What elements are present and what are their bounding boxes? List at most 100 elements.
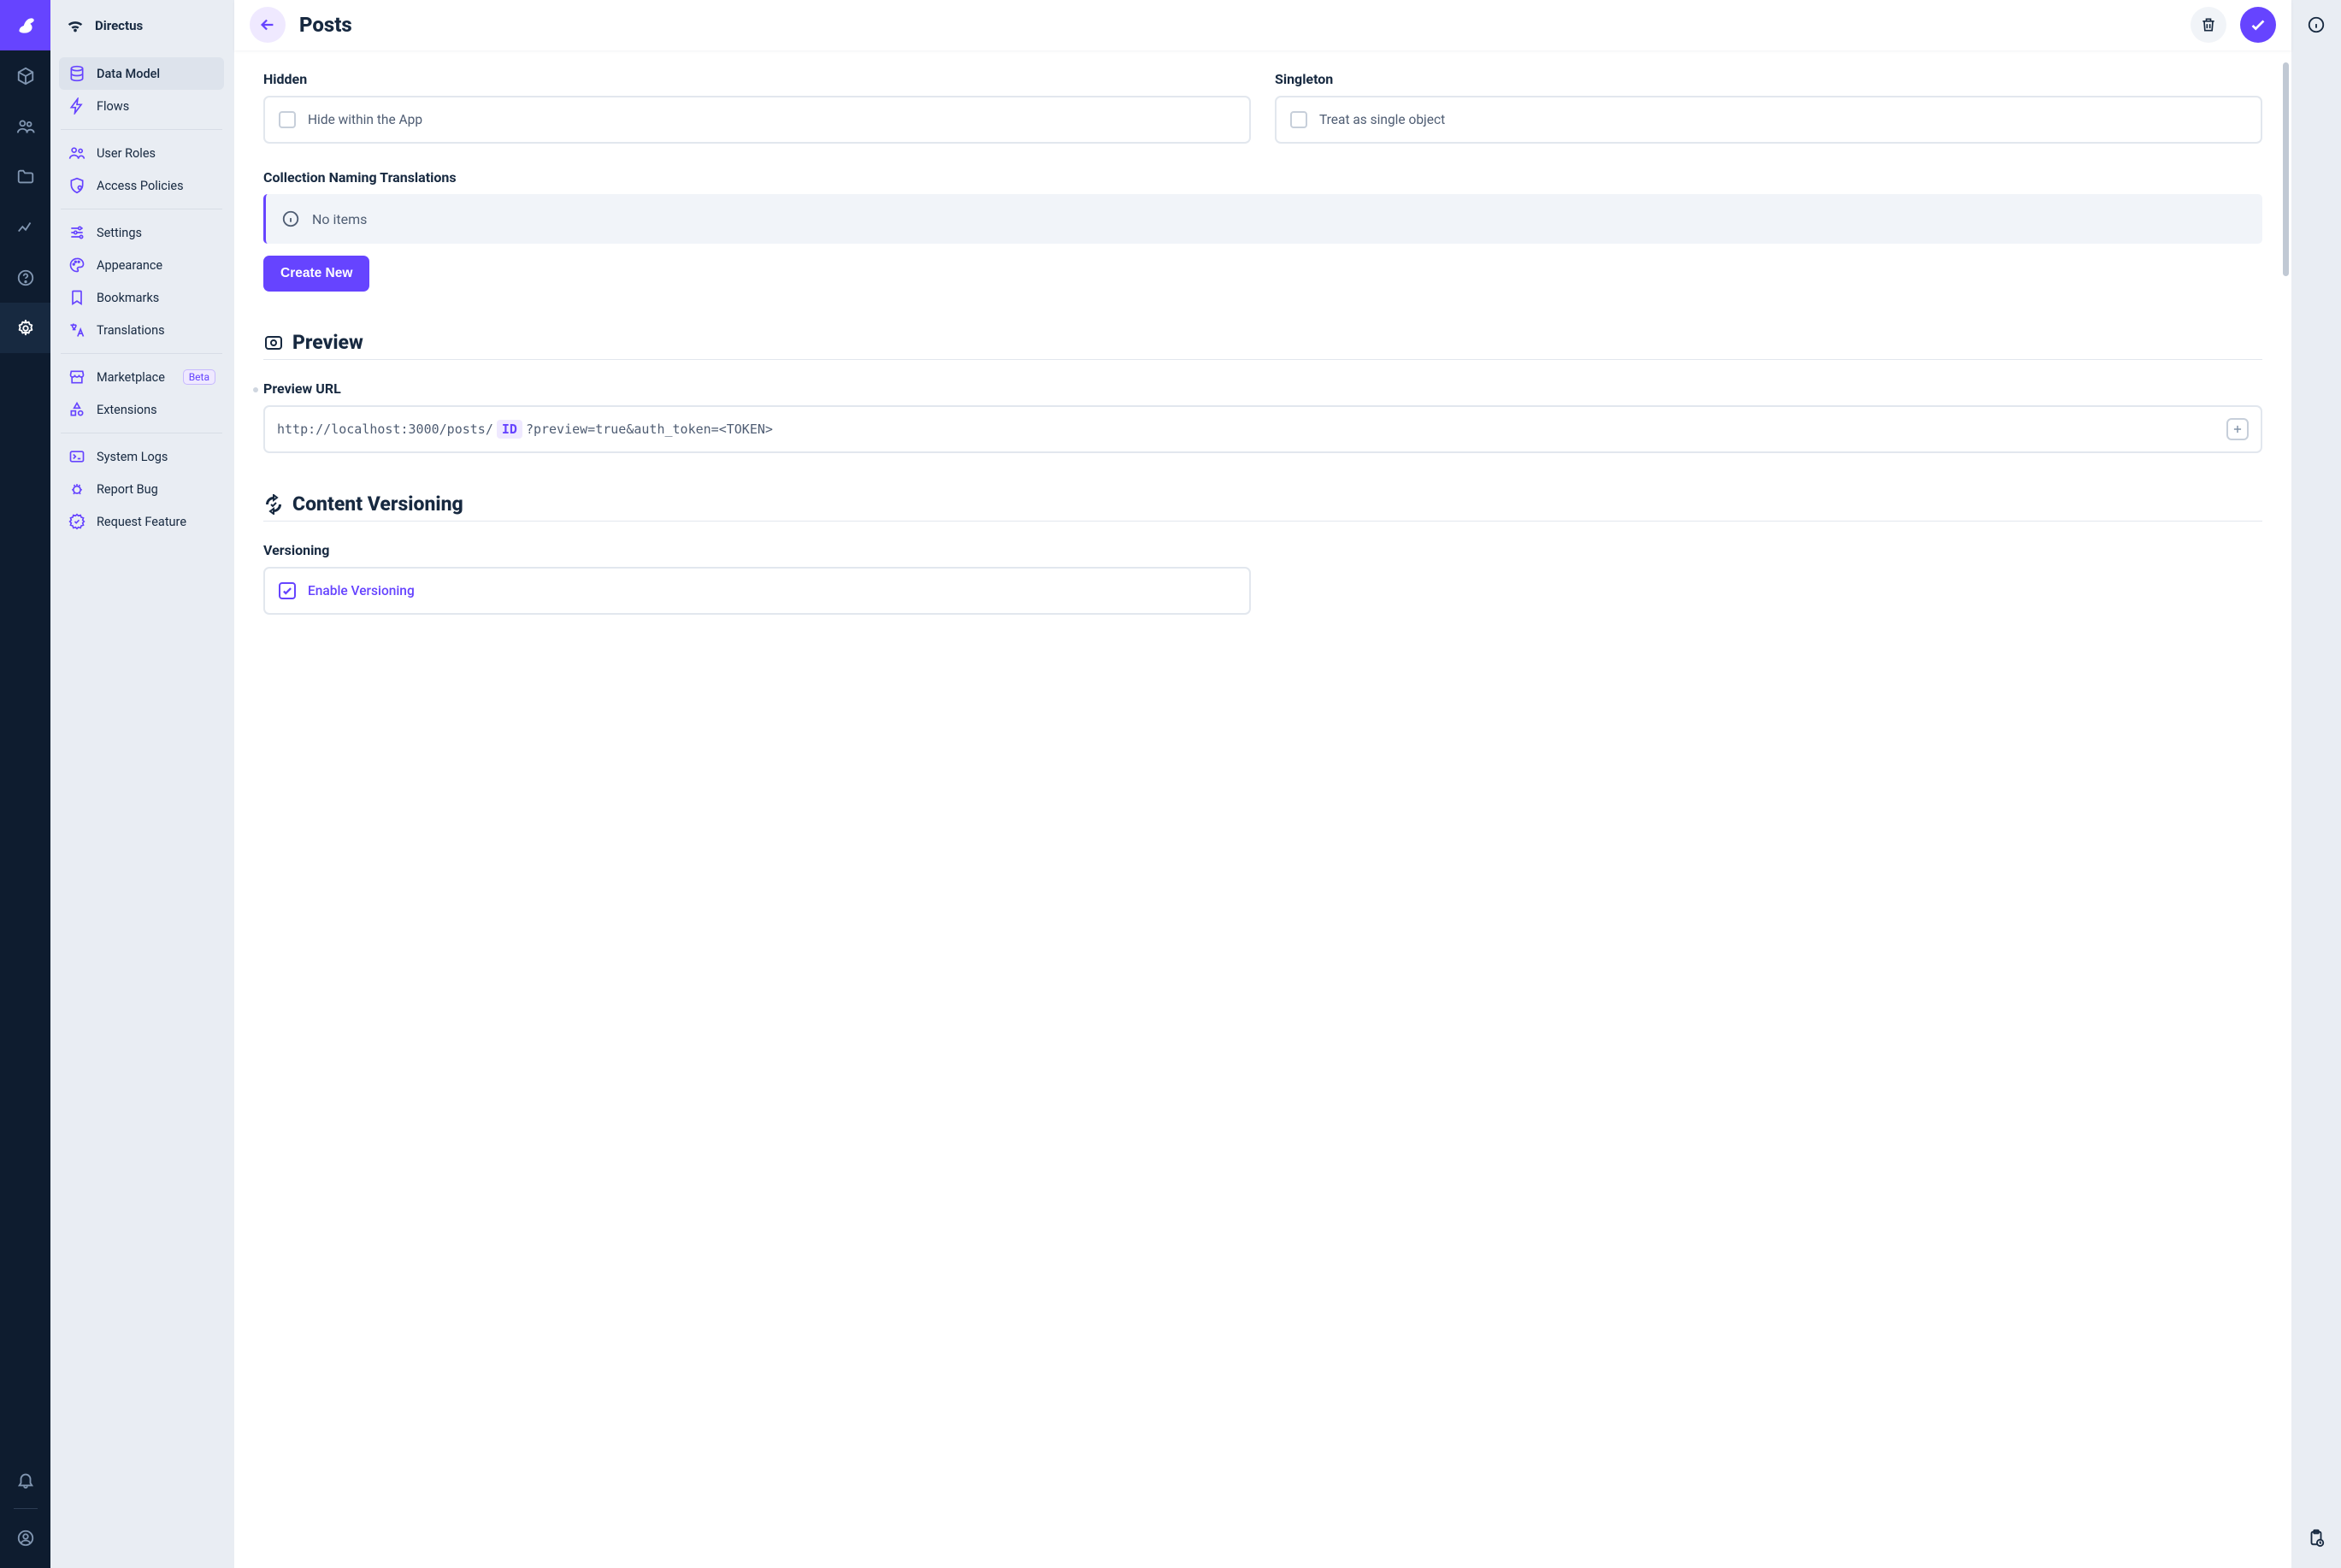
sidebar-item-system-logs[interactable]: System Logs xyxy=(59,440,224,473)
back-button[interactable] xyxy=(250,7,286,43)
people-icon xyxy=(68,144,86,162)
sidebar-item-translations[interactable]: Translations xyxy=(59,314,224,346)
field-dot-indicator xyxy=(253,387,258,392)
bolt-icon xyxy=(68,97,86,115)
sidebar-list: Data Model Flows User Roles Access Polic… xyxy=(50,50,234,545)
info-icon xyxy=(281,209,300,228)
sidebar-item-request-feature[interactable]: Request Feature xyxy=(59,505,224,538)
singleton-checkbox-field[interactable]: Treat as single object xyxy=(1275,96,2262,144)
sidebar-item-label: Appearance xyxy=(97,258,162,273)
module-bar xyxy=(0,0,50,1568)
page-header: Posts xyxy=(234,0,2291,50)
box-icon xyxy=(16,67,35,85)
hidden-checkbox-field[interactable]: Hide within the App xyxy=(263,96,1251,144)
url-segment: ?preview=true&auth_token=<TOKEN> xyxy=(526,421,773,437)
folder-icon xyxy=(16,168,35,186)
app-name: Directus xyxy=(95,18,143,33)
sidebar-header: Directus xyxy=(50,0,234,50)
divider xyxy=(263,521,2262,522)
insights-icon xyxy=(16,218,35,237)
clipboard-clock-icon xyxy=(2307,1529,2326,1547)
sidebar-item-access-policies[interactable]: Access Policies xyxy=(59,169,224,202)
field-preview-url: Preview URL http://localhost:3000/posts/… xyxy=(263,380,2262,453)
delete-button[interactable] xyxy=(2191,7,2226,43)
sidebar-item-flows[interactable]: Flows xyxy=(59,90,224,122)
sidebar-item-marketplace[interactable]: Marketplace Beta xyxy=(59,361,224,393)
wifi-icon xyxy=(66,16,85,35)
sidebar-item-appearance[interactable]: Appearance xyxy=(59,249,224,281)
logo[interactable] xyxy=(0,0,50,50)
checkbox-label: Treat as single object xyxy=(1319,112,1445,127)
account-icon xyxy=(16,1529,35,1547)
module-settings[interactable] xyxy=(0,303,50,353)
scrollbar[interactable] xyxy=(2283,62,2289,276)
checkbox-icon xyxy=(1290,111,1307,128)
page-title: Posts xyxy=(299,13,352,37)
sidebar-item-label: User Roles xyxy=(97,146,156,161)
module-files[interactable] xyxy=(0,151,50,202)
field-label: Singleton xyxy=(1275,71,2262,87)
sidebar-item-label: Bookmarks xyxy=(97,291,159,305)
section-versioning: Content Versioning xyxy=(263,492,2262,516)
sidebar-item-extensions[interactable]: Extensions xyxy=(59,393,224,426)
sidebar-item-label: Flows xyxy=(97,99,129,114)
sidebar-item-label: Translations xyxy=(97,323,165,338)
sidebar-item-bookmarks[interactable]: Bookmarks xyxy=(59,281,224,314)
new-releases-icon xyxy=(68,513,86,530)
section-title-text: Preview xyxy=(292,331,363,354)
help-icon xyxy=(16,268,35,287)
sidebar-item-data-model[interactable]: Data Model xyxy=(59,57,224,90)
storefront-icon xyxy=(68,368,86,386)
info-panel-button[interactable] xyxy=(2291,0,2341,50)
field-label: Collection Naming Translations xyxy=(263,169,2262,186)
url-segment: http://localhost:3000/posts/ xyxy=(277,421,493,437)
sidebar-item-report-bug[interactable]: Report Bug xyxy=(59,473,224,505)
published-with-changes-icon xyxy=(263,494,284,515)
trash-icon xyxy=(2200,16,2217,33)
category-icon xyxy=(68,401,86,418)
module-account[interactable] xyxy=(0,1512,50,1563)
sidebar-item-settings[interactable]: Settings xyxy=(59,216,224,249)
field-singleton: Singleton Treat as single object xyxy=(1275,71,2262,144)
translate-icon xyxy=(68,321,86,339)
section-title-text: Content Versioning xyxy=(292,492,463,516)
palette-icon xyxy=(68,256,86,274)
bug-icon xyxy=(68,480,86,498)
rabbit-icon xyxy=(15,15,37,37)
url-variable-chip[interactable]: ID xyxy=(497,420,522,439)
content-scroll[interactable]: Hidden Hide within the App Singleton Tre… xyxy=(234,50,2291,1568)
shield-icon xyxy=(68,177,86,194)
sidebar-item-label: System Logs xyxy=(97,450,168,464)
field-label: Hidden xyxy=(263,71,1251,87)
module-docs[interactable] xyxy=(0,252,50,303)
translations-empty-notice: No items xyxy=(263,194,2262,244)
module-content[interactable] xyxy=(0,50,50,101)
preview-url-input[interactable]: http://localhost:3000/posts/ ID ?preview… xyxy=(263,405,2262,453)
sidebar-item-label: Settings xyxy=(97,226,142,240)
module-insights[interactable] xyxy=(0,202,50,252)
sidebar-separator xyxy=(61,129,222,130)
settings-sidebar: Directus Data Model Flows User Roles Acc… xyxy=(50,0,234,1568)
sidebar-item-user-roles[interactable]: User Roles xyxy=(59,137,224,169)
notice-text: No items xyxy=(312,211,367,227)
visibility-icon xyxy=(263,333,284,353)
add-variable-button[interactable] xyxy=(2226,418,2249,440)
sidebar-item-label: Data Model xyxy=(97,67,160,81)
database-icon xyxy=(68,65,86,82)
sidebar-item-label: Marketplace xyxy=(97,370,165,385)
plus-icon xyxy=(2232,423,2244,435)
module-notifications[interactable] xyxy=(0,1454,50,1505)
save-button[interactable] xyxy=(2240,7,2276,43)
revisions-panel-button[interactable] xyxy=(2291,1513,2341,1563)
right-rail xyxy=(2291,0,2341,1568)
check-icon xyxy=(2249,15,2267,34)
checkbox-icon xyxy=(279,111,296,128)
field-label: Versioning xyxy=(263,542,1251,558)
bell-icon xyxy=(16,1471,35,1489)
gear-icon xyxy=(16,319,35,338)
versioning-checkbox-field[interactable]: Enable Versioning xyxy=(263,567,1251,615)
module-users[interactable] xyxy=(0,101,50,151)
sidebar-separator xyxy=(61,353,222,354)
create-new-button[interactable]: Create New xyxy=(263,256,369,292)
field-translations: Collection Naming Translations No items … xyxy=(263,169,2262,292)
